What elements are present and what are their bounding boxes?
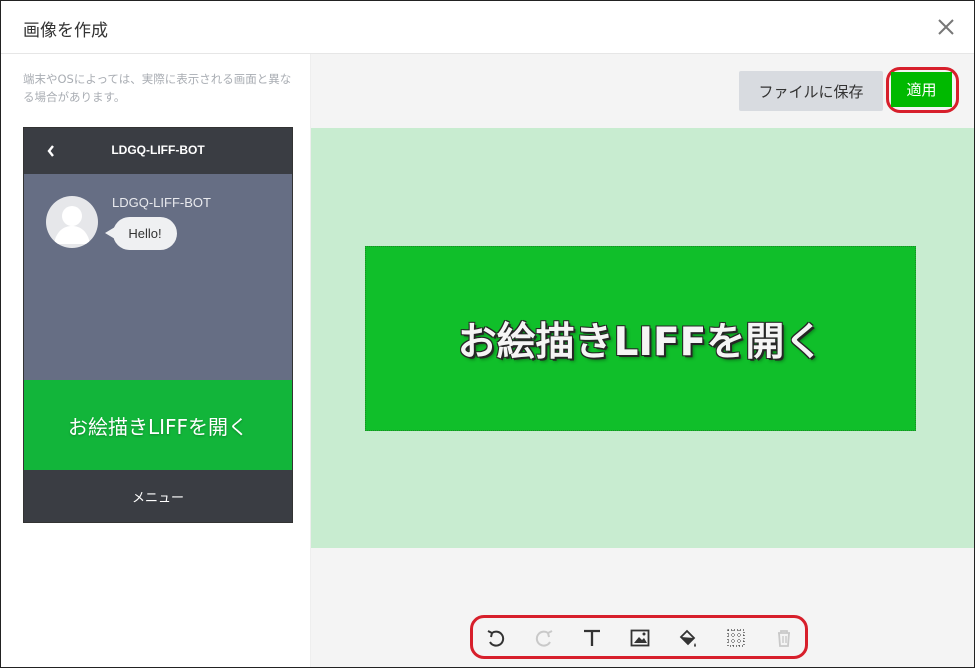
editor-panel: ファイルに保存 適用 お絵描きLIFFを開く — [311, 54, 974, 667]
sender-name: LDGQ-LIFF-BOT — [112, 195, 211, 210]
phone-preview: LDGQ-LIFF-BOT LDGQ-LIFF-BOT Hello! お絵描きL… — [23, 127, 293, 523]
canvas-button-image[interactable]: お絵描きLIFFを開く — [365, 246, 916, 431]
dialog-title: 画像を作成 — [23, 21, 108, 41]
preview-note: 端末やOSによっては、実際に表示される画面と異なる場合があります。 — [23, 72, 292, 104]
undo-icon[interactable] — [481, 623, 511, 653]
apply-button[interactable]: 適用 — [891, 72, 952, 107]
menu-label[interactable]: メニュー — [24, 470, 292, 522]
trash-icon[interactable] — [769, 623, 799, 653]
redo-icon[interactable] — [529, 623, 559, 653]
canvas-button-text: お絵描きLIFFを開く — [457, 319, 824, 365]
message-bubble: Hello! — [105, 217, 177, 250]
close-icon[interactable] — [932, 13, 960, 41]
phone-header: LDGQ-LIFF-BOT — [24, 128, 292, 174]
image-icon[interactable] — [625, 623, 655, 653]
dialog-header: 画像を作成 — [1, 1, 974, 54]
text-icon[interactable] — [577, 623, 607, 653]
avatar-icon — [46, 196, 98, 248]
save-to-file-button[interactable]: ファイルに保存 — [739, 71, 883, 111]
rich-menu-button[interactable]: お絵描きLIFFを開く — [24, 380, 292, 470]
image-editor-dialog: 画像を作成 端末やOSによっては、実際に表示される画面と異なる場合があります。 … — [0, 0, 975, 668]
fill-icon[interactable] — [673, 623, 703, 653]
editor-toolbar — [481, 621, 799, 655]
chat-title: LDGQ-LIFF-BOT — [111, 143, 205, 157]
editor-canvas[interactable]: お絵描きLIFFを開く — [311, 128, 974, 548]
grid-icon[interactable] — [721, 623, 751, 653]
